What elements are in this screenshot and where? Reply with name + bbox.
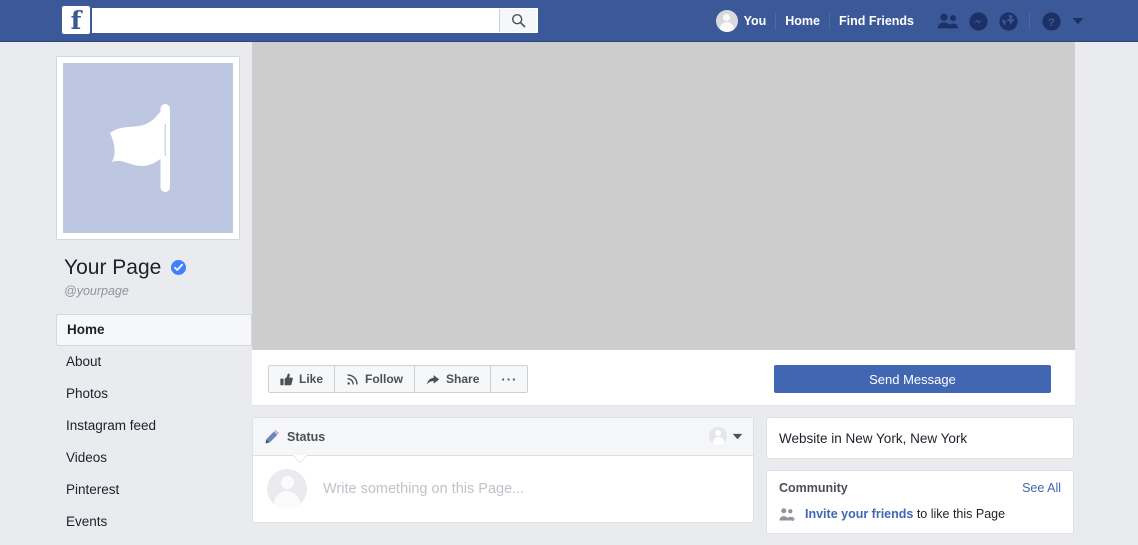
help-button[interactable]: ?: [1036, 0, 1066, 42]
about-card-text: Website in New York, New York: [779, 430, 968, 446]
notifications-button[interactable]: [993, 0, 1023, 42]
chevron-down-icon: [1072, 18, 1084, 25]
sidebar-item-home[interactable]: Home: [56, 314, 252, 346]
right-column: Website in New York, New York Community …: [766, 417, 1074, 545]
messenger-icon: [968, 11, 988, 31]
share-button-label: Share: [446, 372, 480, 386]
nav-user-avatar: [715, 10, 738, 32]
page-identity: Your Page: [56, 256, 252, 280]
chevron-down-icon: [732, 433, 743, 439]
page-flag-icon: [110, 104, 170, 192]
sidebar-item-photos[interactable]: Photos: [56, 378, 252, 410]
status-composer: Status Write something on this Page...: [252, 417, 754, 523]
sidebar-item-events[interactable]: Events: [56, 506, 252, 538]
composer-avatar: [267, 469, 307, 509]
page-title: Your Page: [64, 256, 162, 279]
composer-audience-selector[interactable]: [709, 427, 743, 445]
community-card-header: Community See All: [779, 481, 1061, 495]
ellipsis-icon: ···: [501, 371, 518, 387]
follow-button-label: Follow: [365, 372, 404, 386]
community-card: Community See All Invite your friends to…: [766, 470, 1074, 534]
composer-tab-bar: Status: [253, 418, 753, 462]
sidebar-item-instagram-feed[interactable]: Instagram feed: [56, 410, 252, 442]
page-action-bar: Like Follow Share ··· Send Message: [252, 350, 1075, 406]
check-icon: [173, 263, 183, 271]
sidebar-item-videos[interactable]: Videos: [56, 442, 252, 474]
community-see-all-link[interactable]: See All: [1022, 481, 1061, 495]
page-handle: @yourpage: [64, 284, 129, 298]
composer-input-row[interactable]: Write something on this Page...: [253, 456, 753, 522]
follow-button[interactable]: Follow: [335, 366, 416, 392]
like-button[interactable]: Like: [269, 366, 336, 392]
invite-friends-text: Invite your friends to like this Page: [805, 507, 1005, 521]
share-button[interactable]: Share: [415, 366, 492, 392]
nav-right-group: You Home Find Friends ?: [715, 0, 1090, 42]
pencil-icon: [265, 429, 279, 444]
messenger-button[interactable]: [963, 0, 993, 42]
rss-follow-icon: [347, 373, 358, 385]
composer-tab-status[interactable]: Status: [253, 418, 337, 456]
account-menu-button[interactable]: [1066, 0, 1090, 42]
community-card-title: Community: [779, 481, 848, 495]
share-arrow-icon: [426, 374, 440, 385]
page-action-button-group: Like Follow Share ···: [268, 365, 529, 393]
like-button-label: Like: [299, 372, 324, 386]
composer-placeholder[interactable]: Write something on this Page...: [323, 481, 524, 497]
invite-friends-row[interactable]: Invite your friends to like this Page: [779, 507, 1061, 521]
nav-item-you[interactable]: You: [715, 10, 776, 32]
invite-friends-link[interactable]: Invite your friends: [805, 507, 913, 521]
search-input[interactable]: [93, 9, 499, 32]
nav-you-label: You: [743, 14, 767, 28]
more-options-button[interactable]: ···: [491, 366, 528, 392]
composer-tab-label: Status: [287, 429, 326, 444]
cover-photo[interactable]: [252, 42, 1075, 350]
composer-active-tab-pointer: [293, 455, 307, 462]
search-icon: [511, 13, 526, 28]
friend-requests-button[interactable]: [933, 0, 963, 42]
page-sidebar-menu: Home About Photos Instagram feed Videos …: [56, 314, 252, 538]
verified-badge-icon: [170, 259, 186, 275]
facebook-logo-icon[interactable]: f: [62, 6, 90, 35]
search-button[interactable]: [499, 9, 537, 32]
page-profile-picture[interactable]: [56, 56, 240, 240]
friend-requests-icon: [937, 13, 959, 29]
page-body: Your Page @yourpage Home About Photos In…: [0, 42, 1138, 541]
add-friends-icon: [779, 508, 795, 521]
audience-avatar-icon: [709, 427, 727, 445]
left-column: Your Page @yourpage Home About Photos In…: [56, 42, 252, 538]
nav-separator: [1029, 12, 1030, 30]
search-bar: [92, 8, 538, 33]
nav-icon-group: ?: [923, 0, 1090, 42]
about-card[interactable]: Website in New York, New York: [766, 417, 1074, 459]
thumbs-up-icon: [280, 373, 293, 385]
invite-friends-rest-text: to like this Page: [913, 507, 1006, 521]
nav-item-home[interactable]: Home: [776, 0, 829, 42]
notifications-globe-icon: [998, 11, 1018, 31]
send-message-button[interactable]: Send Message: [774, 365, 1051, 393]
help-icon: ?: [1041, 11, 1061, 31]
profile-picture-placeholder: [63, 63, 233, 233]
nav-item-find-friends[interactable]: Find Friends: [830, 0, 923, 42]
svg-text:?: ?: [1048, 16, 1055, 28]
top-navigation-bar: f You Home Find Friends ?: [0, 0, 1138, 42]
sidebar-item-about[interactable]: About: [56, 346, 252, 378]
sidebar-item-pinterest[interactable]: Pinterest: [56, 474, 252, 506]
